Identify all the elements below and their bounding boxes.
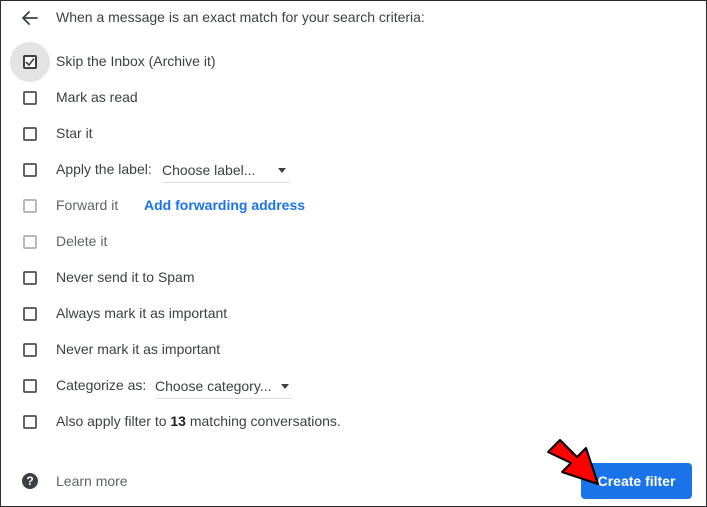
mark-read-label: Mark as read: [56, 89, 138, 105]
red-pointer-arrow: [547, 439, 599, 485]
apply-label-label: Apply the label:: [56, 161, 152, 177]
forward-checkbox[interactable]: [23, 199, 37, 213]
checkmark-icon: [25, 58, 35, 67]
filter-header: When a message is an exact match for you…: [1, 1, 706, 35]
delete-label: Delete it: [56, 233, 108, 249]
skip-inbox-label: Skip the Inbox (Archive it): [56, 53, 216, 69]
mark-read-checkbox[interactable]: [23, 91, 37, 105]
never-spam-label: Never send it to Spam: [56, 269, 195, 285]
always-important-label: Always mark it as important: [56, 305, 228, 321]
criteria-heading: When a message is an exact match for you…: [56, 9, 425, 25]
choose-label-dropdown[interactable]: Choose label...: [162, 159, 290, 183]
checkbox-focus-ring: [10, 42, 50, 82]
option-never-spam: Never send it to Spam: [1, 263, 706, 293]
option-forward: Forward it Add forwarding address: [1, 191, 706, 221]
option-star: Star it: [1, 119, 706, 149]
never-important-label: Never mark it as important: [56, 341, 221, 357]
star-checkbox[interactable]: [23, 127, 37, 141]
back-arrow-icon[interactable]: [17, 6, 43, 30]
choose-label-value: Choose label...: [162, 162, 256, 178]
categorize-checkbox[interactable]: [23, 379, 37, 393]
matching-count: 13: [170, 413, 186, 429]
dropdown-caret-icon: [278, 167, 286, 173]
always-important-checkbox[interactable]: [23, 307, 37, 321]
option-apply-label: Apply the label: Choose label...: [1, 155, 706, 185]
choose-category-value: Choose category...: [155, 378, 272, 394]
choose-category-dropdown[interactable]: Choose category...: [155, 375, 293, 399]
option-delete: Delete it: [1, 227, 706, 257]
star-label: Star it: [56, 125, 93, 141]
help-icon[interactable]: ?: [22, 473, 38, 489]
also-apply-prefix: Also apply filter to: [56, 413, 171, 429]
dropdown-underline: [155, 398, 293, 399]
add-forwarding-address-link[interactable]: Add forwarding address: [144, 197, 305, 213]
never-important-checkbox[interactable]: [23, 343, 37, 357]
never-spam-checkbox[interactable]: [23, 271, 37, 285]
apply-label-checkbox[interactable]: [23, 163, 37, 177]
categorize-label: Categorize as:: [56, 377, 147, 393]
also-apply-checkbox[interactable]: [23, 415, 37, 429]
option-also-apply: Also apply filter to 13 matching convers…: [1, 407, 706, 437]
option-always-important: Always mark it as important: [1, 299, 706, 329]
filter-dialog: When a message is an exact match for you…: [0, 0, 707, 507]
also-apply-suffix: matching conversations.: [185, 413, 341, 429]
dropdown-underline: [162, 182, 290, 183]
option-never-important: Never mark it as important: [1, 335, 706, 365]
learn-more-link[interactable]: Learn more: [56, 473, 128, 489]
option-skip-inbox: Skip the Inbox (Archive it): [1, 42, 706, 82]
dropdown-caret-icon: [281, 383, 289, 389]
option-mark-read: Mark as read: [1, 83, 706, 113]
skip-inbox-checkbox[interactable]: [23, 55, 37, 69]
forward-label: Forward it: [56, 197, 119, 213]
option-categorize: Categorize as: Choose category...: [1, 371, 706, 401]
delete-checkbox[interactable]: [23, 235, 37, 249]
also-apply-label: Also apply filter to 13 matching convers…: [56, 413, 341, 429]
